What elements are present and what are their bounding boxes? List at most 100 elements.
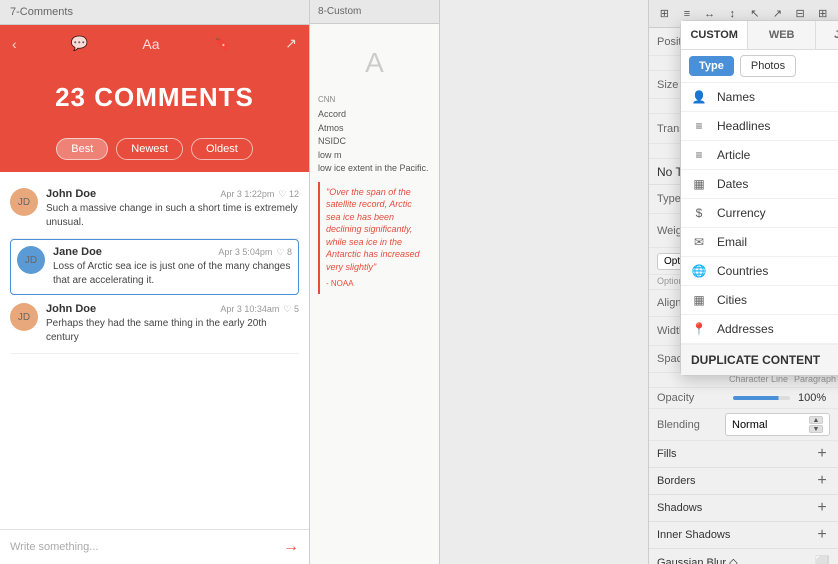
opacity-row: Opacity 100% (649, 388, 838, 409)
names-icon: 👤 (691, 90, 707, 104)
duplicate-section[interactable]: DUPLICATE CONTENT › (681, 344, 838, 375)
shadows-label: Shadows (657, 502, 702, 514)
dates-icon: ▦ (691, 177, 707, 191)
comment-icon[interactable]: 💬 (71, 35, 88, 52)
dropdown-search-row: Type Photos ⊞ ≡ (681, 50, 838, 83)
item-label: Email (717, 235, 838, 249)
comment-text: Perhaps they had the same thing in the e… (46, 317, 299, 345)
bookmark-icon[interactable]: 🔖 (214, 35, 231, 52)
avatar: JD (17, 246, 45, 274)
list-item[interactable]: 🌐 Countries ✕ (681, 257, 838, 286)
write-placeholder[interactable]: Write something... (10, 541, 283, 553)
tab-newest[interactable]: Newest (116, 138, 183, 160)
comment-meta: Apr 3 10:34am ♡ 5 (220, 304, 299, 315)
hero-title: 23 COMMENTS (10, 82, 299, 113)
item-label: Headlines (717, 119, 838, 133)
currency-icon: $ (691, 206, 707, 220)
opacity-slider[interactable] (733, 396, 790, 400)
dropdown-tab-web[interactable]: WEB (748, 21, 815, 49)
blending-down[interactable]: ▼ (809, 425, 823, 433)
commenter-name: John Doe (46, 303, 96, 315)
list-item[interactable]: ▦ Cities ✕ (681, 286, 838, 315)
list-item[interactable]: $ Currency ✕ (681, 199, 838, 228)
item-label: Countries (717, 264, 838, 278)
font-icon[interactable]: Aa (142, 36, 159, 52)
share-icon[interactable]: ↗ (285, 35, 297, 52)
comment-item-selected: JD Jane Doe Apr 3 5:04pm ♡ 8 Loss of Arc… (10, 239, 299, 295)
quote-text: "Over the span of the satellite record, … (326, 186, 425, 274)
borders-section: Borders + (649, 468, 838, 495)
opacity-label: Opacity (657, 392, 725, 404)
toolbar-btn-grid[interactable]: ⊞ (655, 4, 674, 24)
gaussian-blur-btn[interactable]: ⬜ (814, 554, 830, 564)
duplicate-label: DUPLICATE CONTENT (691, 353, 820, 367)
email-icon: ✉ (691, 235, 707, 249)
main-area: 8-Custom A CNN AccordAtmosNSIDClow mlow … (310, 0, 838, 564)
comment-meta: Apr 3 5:04pm ♡ 8 (218, 247, 292, 258)
blending-up[interactable]: ▲ (809, 416, 823, 424)
comment-item: JD John Doe Apr 3 10:34am ♡ 5 Perhaps th… (10, 295, 299, 354)
tab-oldest[interactable]: Oldest (191, 138, 253, 160)
blending-row: Blending Normal ▲ ▼ (649, 409, 838, 441)
list-item[interactable]: 📍 Addresses ✕ (681, 315, 838, 344)
dropdown-tabs: CUSTOM WEB JSON › (681, 21, 838, 50)
article-icon: ≡ (691, 148, 707, 162)
list-item[interactable]: ✉ Email ✕ (681, 228, 838, 257)
item-label: Names (717, 90, 838, 104)
borders-add-btn[interactable]: + (814, 473, 830, 489)
comment-header: Jane Doe Apr 3 5:04pm ♡ 8 (53, 246, 292, 258)
headlines-icon: ≡ (691, 119, 707, 133)
dropdown-panel: CUSTOM WEB JSON › Type Photos ⊞ ≡ 👤 Name… (680, 20, 838, 376)
phone-nav: ‹ 💬 Aa 🔖 ↗ (0, 25, 309, 62)
comment-text: Such a massive change in such a short ti… (46, 202, 299, 230)
comment-meta: Apr 3 1:22pm ♡ 12 (220, 189, 299, 200)
blending-label: Blending (657, 419, 725, 431)
list-item[interactable]: ▦ Dates ✕ (681, 170, 838, 199)
blending-stepper: ▲ ▼ (809, 416, 823, 433)
comment-body: Jane Doe Apr 3 5:04pm ♡ 8 Loss of Arctic… (53, 246, 292, 288)
list-item[interactable]: ≡ Article ✕ (681, 141, 838, 170)
avatar: JD (10, 303, 38, 331)
write-bar: Write something... → (0, 529, 309, 564)
dropdown-tab-json[interactable]: JSON (816, 21, 838, 49)
phone-hero: 23 COMMENTS (0, 62, 309, 138)
item-label: Currency (717, 206, 838, 220)
comment-header: John Doe Apr 3 10:34am ♡ 5 (46, 303, 299, 315)
back-icon[interactable]: ‹ (12, 36, 17, 52)
dropdown-tab-custom[interactable]: CUSTOM (681, 21, 748, 49)
comment-body: John Doe Apr 3 10:34am ♡ 5 Perhaps they … (46, 303, 299, 345)
shadows-add-btn[interactable]: + (814, 500, 830, 516)
photos-button[interactable]: Photos (740, 55, 796, 77)
comment-item: JD John Doe Apr 3 1:22pm ♡ 12 Such a mas… (10, 180, 299, 239)
article-text: AccordAtmosNSIDClow mlow ice extent in t… (318, 108, 431, 176)
article-quote-block: "Over the span of the satellite record, … (318, 182, 431, 294)
item-label: Cities (717, 293, 838, 307)
avatar: JD (10, 188, 38, 216)
gaussian-blur-section: Gaussian Blur ◇ ⬜ (649, 549, 838, 564)
article-body: A CNN AccordAtmosNSIDClow mlow ice exten… (310, 24, 439, 302)
phone-content: JD John Doe Apr 3 1:22pm ♡ 12 Such a mas… (0, 172, 309, 362)
list-item[interactable]: ≡ Headlines ✕ (681, 112, 838, 141)
article-placeholder-char: A (318, 32, 431, 94)
shadows-section: Shadows + (649, 495, 838, 522)
article-source-label: CNN (318, 94, 431, 106)
comment-text: Loss of Arctic sea ice is just one of th… (53, 260, 292, 288)
type-button[interactable]: Type (689, 56, 734, 76)
opacity-value: 100% (798, 392, 830, 404)
item-label: Addresses (717, 322, 838, 336)
left-panel: 7-Comments ‹ 💬 Aa 🔖 ↗ 23 COMMENTS Best N… (0, 0, 310, 564)
comment-header: John Doe Apr 3 1:22pm ♡ 12 (46, 188, 299, 200)
list-item[interactable]: 👤 Names ✕ (681, 83, 838, 112)
fills-add-btn[interactable]: + (814, 446, 830, 462)
commenter-name: Jane Doe (53, 246, 102, 258)
cities-icon: ▦ (691, 293, 707, 307)
item-label: Article (717, 148, 838, 162)
phone-tabs: Best Newest Oldest (0, 138, 309, 172)
quote-source: - NOAA (326, 278, 425, 290)
blending-select[interactable]: Normal ▲ ▼ (725, 413, 830, 436)
left-panel-title: 7-Comments (0, 0, 309, 25)
tab-best[interactable]: Best (56, 138, 108, 160)
inner-shadows-add-btn[interactable]: + (814, 527, 830, 543)
send-icon[interactable]: → (283, 538, 299, 556)
phone-screen: ‹ 💬 Aa 🔖 ↗ 23 COMMENTS Best Newest Oldes… (0, 25, 309, 564)
